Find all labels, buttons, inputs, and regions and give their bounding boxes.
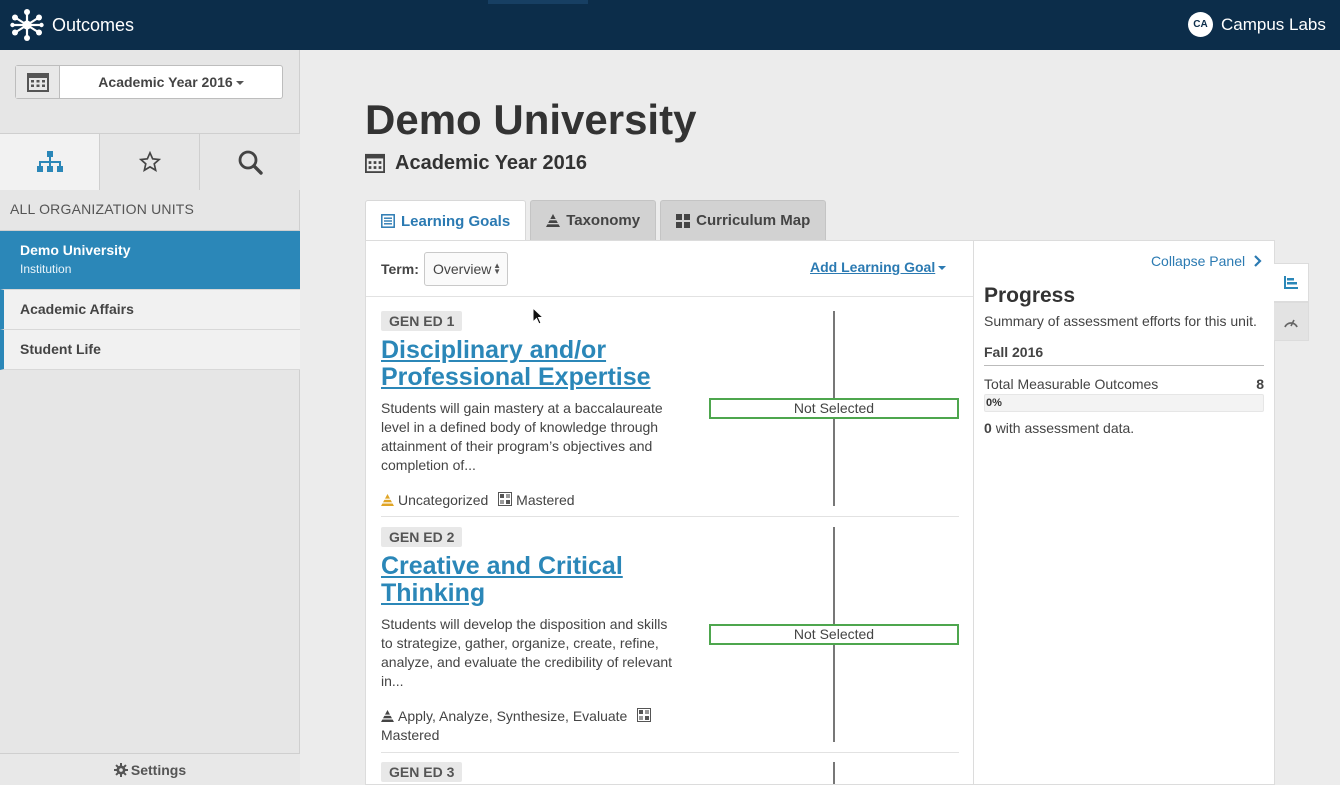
unit-name: Student Life bbox=[20, 341, 101, 357]
calendar-icon bbox=[365, 153, 385, 173]
year-selector[interactable]: Academic Year 2016 bbox=[15, 65, 283, 99]
term-label: Term: bbox=[381, 261, 419, 277]
unit-name: Demo University bbox=[20, 242, 131, 258]
unit-item-student-life[interactable]: Student Life bbox=[0, 330, 300, 370]
page-subtitle: Academic Year 2016 bbox=[365, 150, 587, 176]
select-arrows-icon: ▲ ▼ bbox=[493, 261, 501, 276]
tab-taxonomy[interactable]: Taxonomy bbox=[530, 200, 657, 240]
chevron-down-icon bbox=[235, 81, 244, 86]
goal-tag: GEN ED 3 bbox=[381, 762, 463, 782]
goal-mapping: Mastered bbox=[381, 727, 440, 743]
gear-icon bbox=[113, 763, 128, 777]
goal-mapping: Mastered bbox=[516, 492, 575, 508]
goal-tag: GEN ED 2 bbox=[381, 527, 463, 547]
search-icon bbox=[238, 150, 263, 175]
unit-item-demo-university[interactable]: Demo University Institution bbox=[0, 231, 300, 290]
list-icon bbox=[381, 214, 395, 228]
goal-meta: Uncategorized Mastered bbox=[381, 491, 681, 510]
unit-list: Demo University Institution Academic Aff… bbox=[0, 230, 300, 370]
goal-taxonomy: Apply, Analyze, Synthesize, Evaluate bbox=[398, 708, 628, 724]
assessment-data-label: with assessment data. bbox=[995, 420, 1135, 436]
goal-item: GEN ED 2 Creative and Critical Thinking … bbox=[381, 527, 959, 753]
sitemap-icon bbox=[36, 151, 63, 172]
goal-title-link[interactable]: Creative and Critical Thinking bbox=[381, 553, 681, 607]
assessment-data-count: 0 bbox=[984, 420, 992, 436]
total-outcomes-count: 8 bbox=[1256, 376, 1264, 392]
grid-icon bbox=[676, 213, 691, 228]
avatar[interactable]: CA bbox=[1188, 12, 1213, 37]
chevron-right-icon bbox=[1254, 255, 1262, 267]
assessment-data-row: 0 with assessment data. bbox=[984, 420, 1134, 436]
calendar-button[interactable] bbox=[16, 66, 60, 98]
goal-item: GEN ED 3 bbox=[381, 762, 959, 784]
status-badge[interactable]: Not Selected bbox=[709, 398, 959, 419]
goal-title-link[interactable]: Disciplinary and/or Professional Experti… bbox=[381, 337, 681, 391]
progress-bar: 0% bbox=[984, 394, 1264, 412]
progress-term: Fall 2016 bbox=[984, 344, 1264, 366]
main-tabs: Learning Goals Taxonomy Curriculum Map bbox=[365, 200, 830, 241]
chevron-down-icon bbox=[938, 266, 947, 271]
progress-percent: 0% bbox=[986, 397, 1002, 409]
goal-tag: GEN ED 1 bbox=[381, 311, 463, 331]
settings-button[interactable]: Settings bbox=[0, 753, 300, 785]
outcomes-logo-icon[interactable] bbox=[10, 8, 44, 42]
progress-subtitle: Summary of assessment efforts for this u… bbox=[984, 313, 1257, 329]
year-selector-label[interactable]: Academic Year 2016 bbox=[60, 66, 282, 98]
grid-checker-icon bbox=[637, 708, 652, 722]
sidebar-nav-tabs bbox=[0, 133, 300, 190]
status-badge[interactable]: Not Selected bbox=[709, 624, 959, 645]
goal-taxonomy: Uncategorized bbox=[398, 492, 489, 508]
progress-title: Progress bbox=[984, 284, 1076, 307]
unit-item-academic-affairs[interactable]: Academic Affairs bbox=[0, 290, 300, 330]
page-title: Demo University bbox=[365, 96, 697, 143]
tab-org-hierarchy[interactable] bbox=[0, 134, 100, 190]
user-name[interactable]: Campus Labs bbox=[1221, 15, 1326, 35]
status-axis-line bbox=[833, 762, 835, 784]
bar-chart-icon bbox=[1284, 276, 1298, 289]
mouse-cursor-icon bbox=[532, 307, 544, 325]
pyramid-icon bbox=[546, 214, 561, 227]
calendar-icon bbox=[26, 73, 49, 92]
gauge-icon bbox=[1284, 319, 1298, 327]
warning-pyramid-icon bbox=[381, 494, 394, 506]
collapse-panel-button[interactable]: Collapse Panel bbox=[1151, 253, 1262, 269]
goal-meta: Apply, Analyze, Synthesize, Evaluate Mas… bbox=[381, 707, 681, 745]
total-outcomes-label: Total Measurable Outcomes bbox=[984, 376, 1159, 392]
page-subtitle-text: Academic Year 2016 bbox=[395, 151, 588, 174]
top-tab-indicator bbox=[488, 0, 588, 4]
unit-name: Academic Affairs bbox=[20, 301, 134, 317]
grid-checker-icon bbox=[498, 492, 513, 506]
pyramid-icon bbox=[381, 710, 394, 722]
panel-side-tabs bbox=[1274, 263, 1309, 341]
tab-curriculum-map[interactable]: Curriculum Map bbox=[660, 200, 827, 240]
tab-search[interactable] bbox=[200, 134, 300, 190]
dashboard-panel-tab[interactable] bbox=[1274, 302, 1309, 341]
term-select[interactable]: Overview ▲ ▼ bbox=[424, 252, 508, 286]
progress-panel: Collapse Panel Progress Summary of asses… bbox=[973, 240, 1275, 785]
app-title[interactable]: Outcomes bbox=[52, 15, 134, 36]
star-icon bbox=[138, 151, 161, 172]
unit-type: Institution bbox=[20, 262, 72, 276]
add-learning-goal-button[interactable]: Add Learning Goal bbox=[810, 259, 947, 275]
progress-panel-tab[interactable] bbox=[1274, 263, 1309, 302]
sidebar: Academic Year 2016 ALL ORGANIZATION UNIT… bbox=[0, 50, 300, 785]
term-toolbar: Term: Overview ▲ ▼ Add Learning Goal bbox=[366, 241, 973, 297]
total-outcomes-row: Total Measurable Outcomes 8 bbox=[984, 376, 1264, 392]
tab-learning-goals[interactable]: Learning Goals bbox=[365, 200, 527, 241]
learning-goals-panel: Term: Overview ▲ ▼ Add Learning Goal GEN … bbox=[365, 240, 973, 785]
top-bar: Outcomes CA Campus Labs bbox=[0, 0, 1340, 50]
goal-description: Students will develop the disposition an… bbox=[381, 616, 673, 689]
tab-favorites[interactable] bbox=[100, 134, 200, 190]
units-heading: ALL ORGANIZATION UNITS bbox=[10, 201, 195, 217]
goal-description: Students will gain mastery at a baccalau… bbox=[381, 400, 663, 473]
goal-item: GEN ED 1 Disciplinary and/or Professiona… bbox=[381, 311, 959, 517]
